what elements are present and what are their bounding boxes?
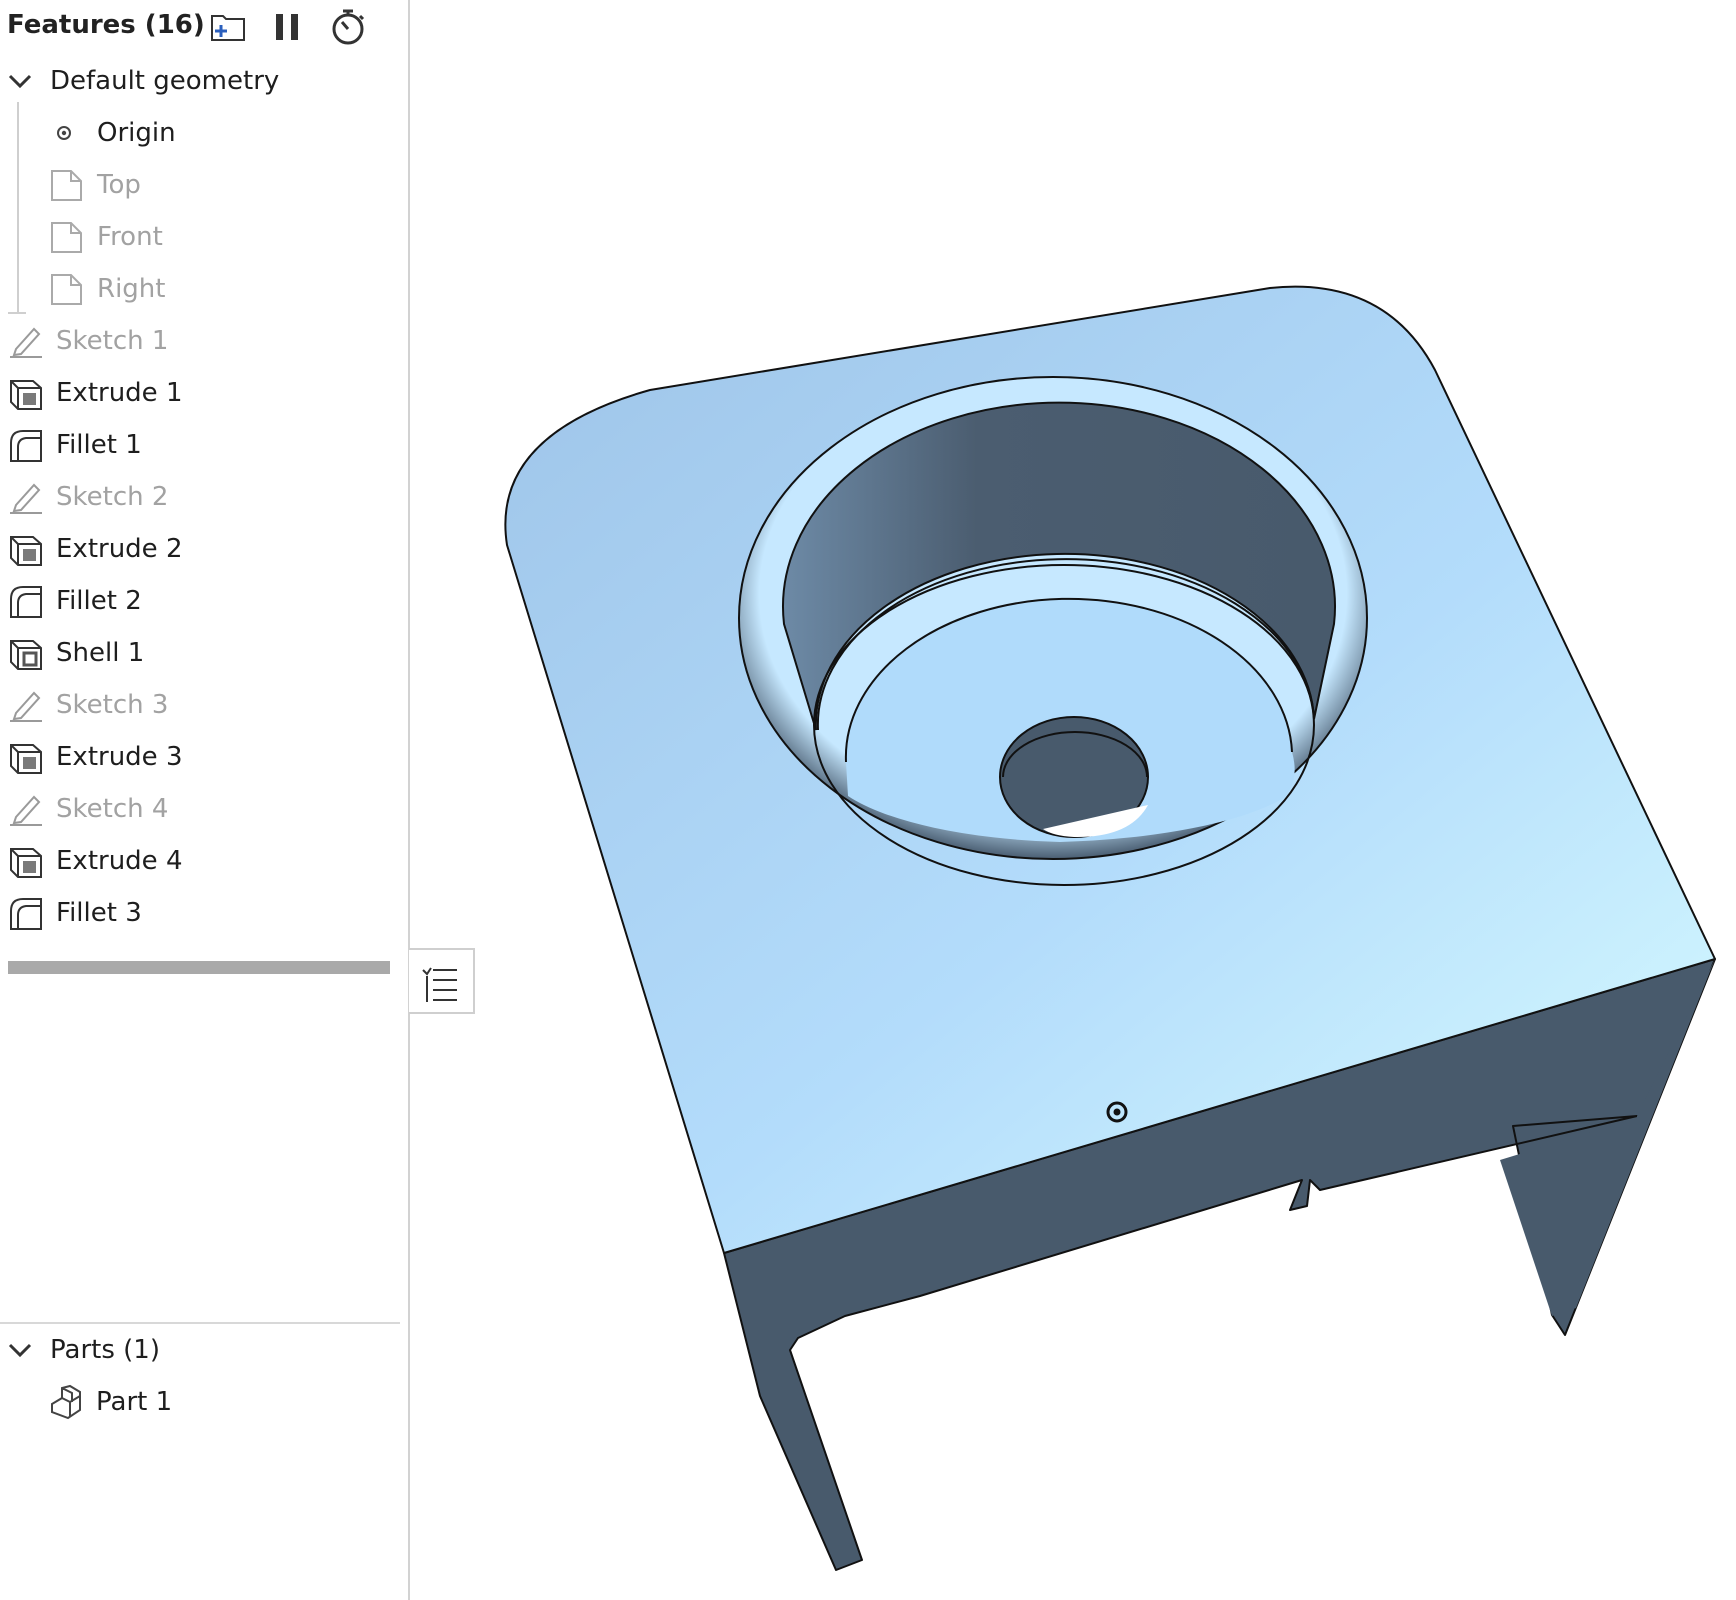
feature-label: Fillet 1 xyxy=(56,430,142,460)
rebuild-timer-button[interactable] xyxy=(328,8,368,46)
rollback-bar[interactable] xyxy=(8,961,390,974)
feature-label: Sketch 4 xyxy=(56,794,169,824)
tree-connector-end xyxy=(8,312,26,314)
extrude-icon xyxy=(8,843,44,879)
extrude-icon xyxy=(8,739,44,775)
feature-extrude-4[interactable]: Extrude 4 xyxy=(8,836,182,886)
shell-icon xyxy=(8,635,44,671)
feature-top-plane[interactable]: Top xyxy=(49,160,141,210)
feature-shell-1[interactable]: Shell 1 xyxy=(8,628,144,678)
parts-group[interactable]: Parts (1) xyxy=(6,1325,160,1375)
fillet-icon xyxy=(8,427,44,463)
extrude-icon xyxy=(8,375,44,411)
feature-label: Extrude 3 xyxy=(56,742,183,772)
plane-icon xyxy=(49,271,85,307)
feature-fillet-1[interactable]: Fillet 1 xyxy=(8,420,142,470)
feature-extrude-1[interactable]: Extrude 1 xyxy=(8,368,182,418)
parts-label: Parts (1) xyxy=(50,1335,160,1365)
add-folder-button[interactable] xyxy=(208,8,248,46)
feature-sketch-2[interactable]: Sketch 2 xyxy=(8,472,168,522)
feature-label: Front xyxy=(97,222,163,252)
feature-list-title: Features (16) xyxy=(7,10,205,40)
pause-icon xyxy=(276,14,298,40)
origin-icon xyxy=(49,115,85,151)
chevron-down-icon[interactable] xyxy=(6,1336,34,1364)
tree-connector xyxy=(17,102,19,314)
feature-sketch-4[interactable]: Sketch 4 xyxy=(8,784,168,834)
sketch-icon xyxy=(8,479,44,515)
plane-icon xyxy=(49,167,85,203)
sketch-icon xyxy=(8,687,44,723)
extrude-icon xyxy=(8,531,44,567)
part-icon xyxy=(48,1384,84,1420)
fillet-icon xyxy=(8,583,44,619)
feature-label: Right xyxy=(97,274,166,304)
feature-extrude-3[interactable]: Extrude 3 xyxy=(8,732,182,782)
feature-label: Sketch 2 xyxy=(56,482,169,512)
feature-label: Part 1 xyxy=(96,1387,173,1417)
feature-sketch-1[interactable]: Sketch 1 xyxy=(8,316,168,366)
part-model-render[interactable] xyxy=(411,0,1736,1600)
feature-label: Sketch 1 xyxy=(56,326,169,356)
feature-origin[interactable]: Origin xyxy=(49,108,176,158)
fillet-icon xyxy=(8,895,44,931)
feature-extrude-2[interactable]: Extrude 2 xyxy=(8,524,182,574)
parts-divider xyxy=(0,1322,400,1324)
graphics-viewport[interactable] xyxy=(411,0,1736,1600)
folder-plus-icon xyxy=(211,15,245,41)
feature-fillet-2[interactable]: Fillet 2 xyxy=(8,576,142,626)
stopwatch-icon xyxy=(332,9,365,45)
feature-label: Extrude 4 xyxy=(56,846,183,876)
plane-icon xyxy=(49,219,85,255)
default-geometry-group[interactable]: Default geometry xyxy=(6,56,279,106)
feature-label: Sketch 3 xyxy=(56,690,169,720)
feature-label: Fillet 3 xyxy=(56,898,142,928)
feature-list-header: Features (16) xyxy=(0,0,408,52)
feature-label: Origin xyxy=(97,118,176,148)
part-item-part-1[interactable]: Part 1 xyxy=(48,1377,172,1427)
pause-button[interactable] xyxy=(268,8,308,46)
sketch-icon xyxy=(8,323,44,359)
sketch-icon xyxy=(8,791,44,827)
feature-sketch-3[interactable]: Sketch 3 xyxy=(8,680,168,730)
feature-label: Fillet 2 xyxy=(56,586,142,616)
default-geometry-label: Default geometry xyxy=(50,66,280,96)
feature-front-plane[interactable]: Front xyxy=(49,212,163,262)
feature-right-plane[interactable]: Right xyxy=(49,264,165,314)
feature-list-panel: Features (16) Default geometry Origin To… xyxy=(0,0,410,1600)
feature-label: Extrude 2 xyxy=(56,534,183,564)
feature-label: Top xyxy=(97,170,141,200)
feature-fillet-3[interactable]: Fillet 3 xyxy=(8,888,142,938)
chevron-down-icon[interactable] xyxy=(6,67,34,95)
feature-label: Extrude 1 xyxy=(56,378,183,408)
feature-label: Shell 1 xyxy=(56,638,145,668)
